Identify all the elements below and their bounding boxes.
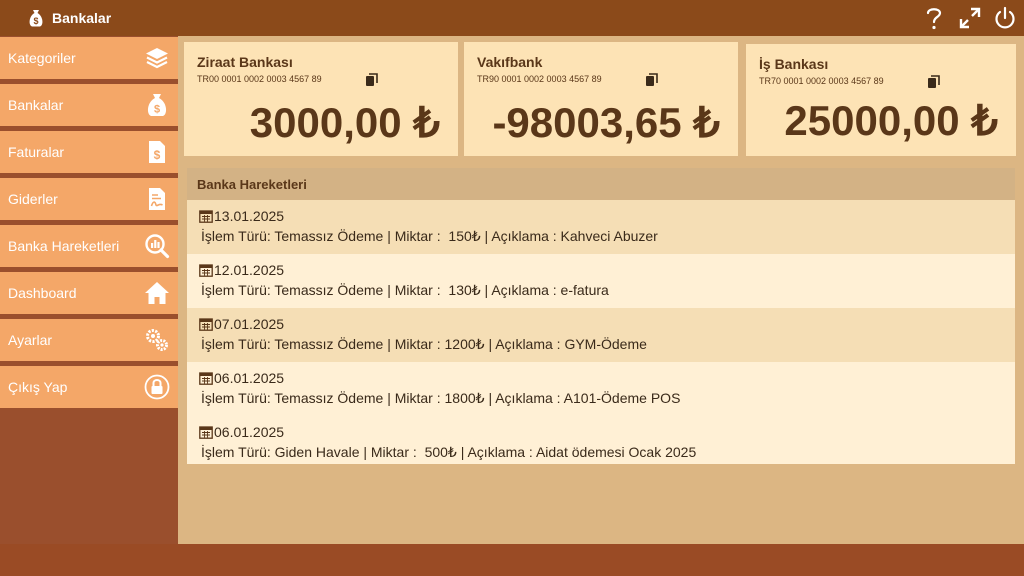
transactions-header: Banka Hareketleri [187,168,1015,200]
transaction-date: 12.01.2025 [214,262,285,278]
sidebar-item-label: Dashboard [8,285,77,301]
svg-text:$: $ [154,148,161,162]
app-title: Bankalar [52,10,112,26]
power-button[interactable] [991,4,1019,32]
bank-name: İş Bankası [759,56,829,72]
sidebar-item-giderler[interactable]: Giderler [0,178,178,220]
transaction-detail: İşlem Türü: Temassız Ödeme | Miktar : 18… [201,390,681,406]
transactions-title: Banka Hareketleri [197,177,307,192]
gears-icon [146,329,168,351]
help-icon [926,8,942,30]
bank-card-ziraat[interactable]: Ziraat Bankası TR00 0001 0002 0003 4567 … [184,42,458,156]
svg-text:$: $ [33,16,38,26]
home-icon [145,282,169,304]
bank-balance: 25000,00 ₺ [784,97,998,144]
lock-icon [144,374,170,400]
bank-iban: TR70 0001 0002 0003 4567 89 [759,76,884,86]
sidebar-item-label: Faturalar [8,144,65,160]
transaction-date: 06.01.2025 [214,370,285,386]
layers-icon [146,48,168,69]
sidebar-item-label: Çıkış Yap [8,379,68,395]
bank-card-is-bankasi[interactable]: İş Bankası TR70 0001 0002 0003 4567 89 2… [746,44,1016,156]
transaction-date: 06.01.2025 [214,424,285,440]
sidebar-item-label: Kategoriler [8,50,76,66]
bank-name: Ziraat Bankası [197,54,293,70]
bank-iban: TR00 0001 0002 0003 4567 89 [197,74,322,84]
invoice-icon: $ [149,141,165,163]
money-bag-icon: $ [29,10,43,27]
sidebar-item-label: Giderler [8,191,58,207]
bank-iban: TR90 0001 0002 0003 4567 89 [477,74,602,84]
sidebar-item-kategoriler[interactable]: Kategoriler [0,37,178,79]
calendar-icon [199,210,213,223]
sidebar: Kategoriler Bankalar $ Faturalar $ Gider… [0,36,178,544]
money-bag-icon: $ [147,94,167,116]
svg-text:$: $ [154,104,160,116]
transaction-detail: İşlem Türü: Temassız Ödeme | Miktar : 13… [201,282,609,298]
sidebar-item-faturalar[interactable]: Faturalar $ [0,131,178,173]
sidebar-item-label: Bankalar [8,97,64,113]
transaction-detail: İşlem Türü: Temassız Ödeme | Miktar : 15… [201,228,658,244]
sidebar-item-dashboard[interactable]: Dashboard [0,272,178,314]
sidebar-item-bankalar[interactable]: Bankalar $ [0,84,178,126]
transaction-row[interactable]: 07.01.2025 İşlem Türü: Temassız Ödeme | … [187,308,1015,362]
transaction-date: 13.01.2025 [214,208,285,224]
calendar-icon [199,372,213,385]
fullscreen-button[interactable] [956,4,984,32]
transaction-date: 07.01.2025 [214,316,285,332]
calendar-icon [199,318,213,331]
bottom-bar [0,544,1024,576]
transaction-row[interactable]: 13.01.2025 İşlem Türü: Temassız Ödeme | … [187,200,1015,254]
copy-icon[interactable] [365,73,379,87]
chart-search-icon [145,234,170,259]
sidebar-item-label: Banka Hareketleri [8,238,120,254]
expense-document-icon [149,188,165,210]
transaction-detail: İşlem Türü: Giden Havale | Miktar : 500₺… [201,444,697,460]
bank-balance: -98003,65 ₺ [492,99,720,146]
bank-card-vakifbank[interactable]: Vakıfbank TR90 0001 0002 0003 4567 89 -9… [464,42,738,156]
help-button[interactable] [920,4,948,32]
sidebar-item-ayarlar[interactable]: Ayarlar [0,319,178,361]
expand-icon [959,7,981,29]
copy-icon[interactable] [645,73,659,87]
transaction-row[interactable]: 06.01.2025 İşlem Türü: Temassız Ödeme | … [187,362,1015,416]
bank-balance: 3000,00 ₺ [249,99,440,146]
sidebar-item-label: Ayarlar [8,332,53,348]
transaction-detail: İşlem Türü: Temassız Ödeme | Miktar : 12… [201,336,647,352]
bank-transactions-panel: Banka Hareketleri 13.01.2025 İşlem Türü:… [187,168,1015,464]
sidebar-item-cikis-yap[interactable]: Çıkış Yap [0,366,178,408]
calendar-icon [199,264,213,277]
sidebar-item-banka-hareketleri[interactable]: Banka Hareketleri [0,225,178,267]
transaction-row[interactable]: 06.01.2025 İşlem Türü: Giden Havale | Mi… [187,416,1015,464]
transaction-row[interactable]: 12.01.2025 İşlem Türü: Temassız Ödeme | … [187,254,1015,308]
title-bar: $ Bankalar [0,0,1024,36]
calendar-icon [199,426,213,439]
power-icon [995,6,1015,29]
copy-icon[interactable] [927,75,941,89]
bank-name: Vakıfbank [477,54,543,70]
